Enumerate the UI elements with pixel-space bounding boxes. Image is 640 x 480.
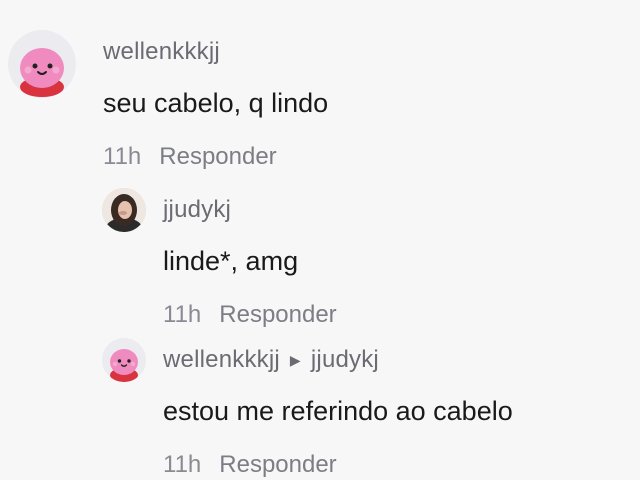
comment-username[interactable]: wellenkkkjj xyxy=(103,38,328,66)
comment-time: 11h xyxy=(163,451,202,478)
user-avatar[interactable] xyxy=(102,338,146,382)
comment-text: estou me referindo ao cabelo xyxy=(163,396,513,426)
reply-to-username[interactable]: jjudykj xyxy=(311,346,379,374)
reply-button[interactable]: Responder xyxy=(159,143,276,171)
comment-meta: 11h Responder xyxy=(103,143,328,171)
comment-meta: 11h Responder xyxy=(163,451,513,479)
user-avatar[interactable] xyxy=(8,30,76,98)
comment-time: 11h xyxy=(103,143,142,170)
comment-body: wellenkkkjj seu cabelo, q lindo 11h Resp… xyxy=(103,30,328,171)
comment-time: 11h xyxy=(163,301,202,328)
reply-comment-item: wellenkkkjj ▶ jjudykj estou me referindo… xyxy=(102,338,513,479)
comment-body: wellenkkkjj ▶ jjudykj estou me referindo… xyxy=(163,338,513,479)
reply-arrow-icon: ▶ xyxy=(289,351,301,368)
reply-button[interactable]: Responder xyxy=(219,301,336,329)
username-label[interactable]: wellenkkkjj xyxy=(103,38,220,66)
username-label[interactable]: wellenkkkjj xyxy=(163,346,280,374)
comment-text: seu cabelo, q lindo xyxy=(103,88,329,118)
reply-comment-item: jjudykj linde*, amg 11h Responder xyxy=(102,188,337,329)
comment-body: jjudykj linde*, amg 11h Responder xyxy=(163,188,337,329)
reply-button[interactable]: Responder xyxy=(219,451,336,479)
comment-item: wellenkkkjj seu cabelo, q lindo 11h Resp… xyxy=(8,30,328,171)
username-label[interactable]: jjudykj xyxy=(163,196,231,224)
user-avatar[interactable] xyxy=(102,188,146,232)
pink-blob-avatar-icon xyxy=(102,338,146,382)
pink-blob-avatar-icon xyxy=(8,30,76,98)
comment-username: wellenkkkjj ▶ jjudykj xyxy=(163,346,513,374)
comment-text: linde*, amg xyxy=(163,246,299,276)
photo-avatar-icon xyxy=(102,188,146,232)
comment-username[interactable]: jjudykj xyxy=(163,196,337,224)
comment-meta: 11h Responder xyxy=(163,301,337,329)
